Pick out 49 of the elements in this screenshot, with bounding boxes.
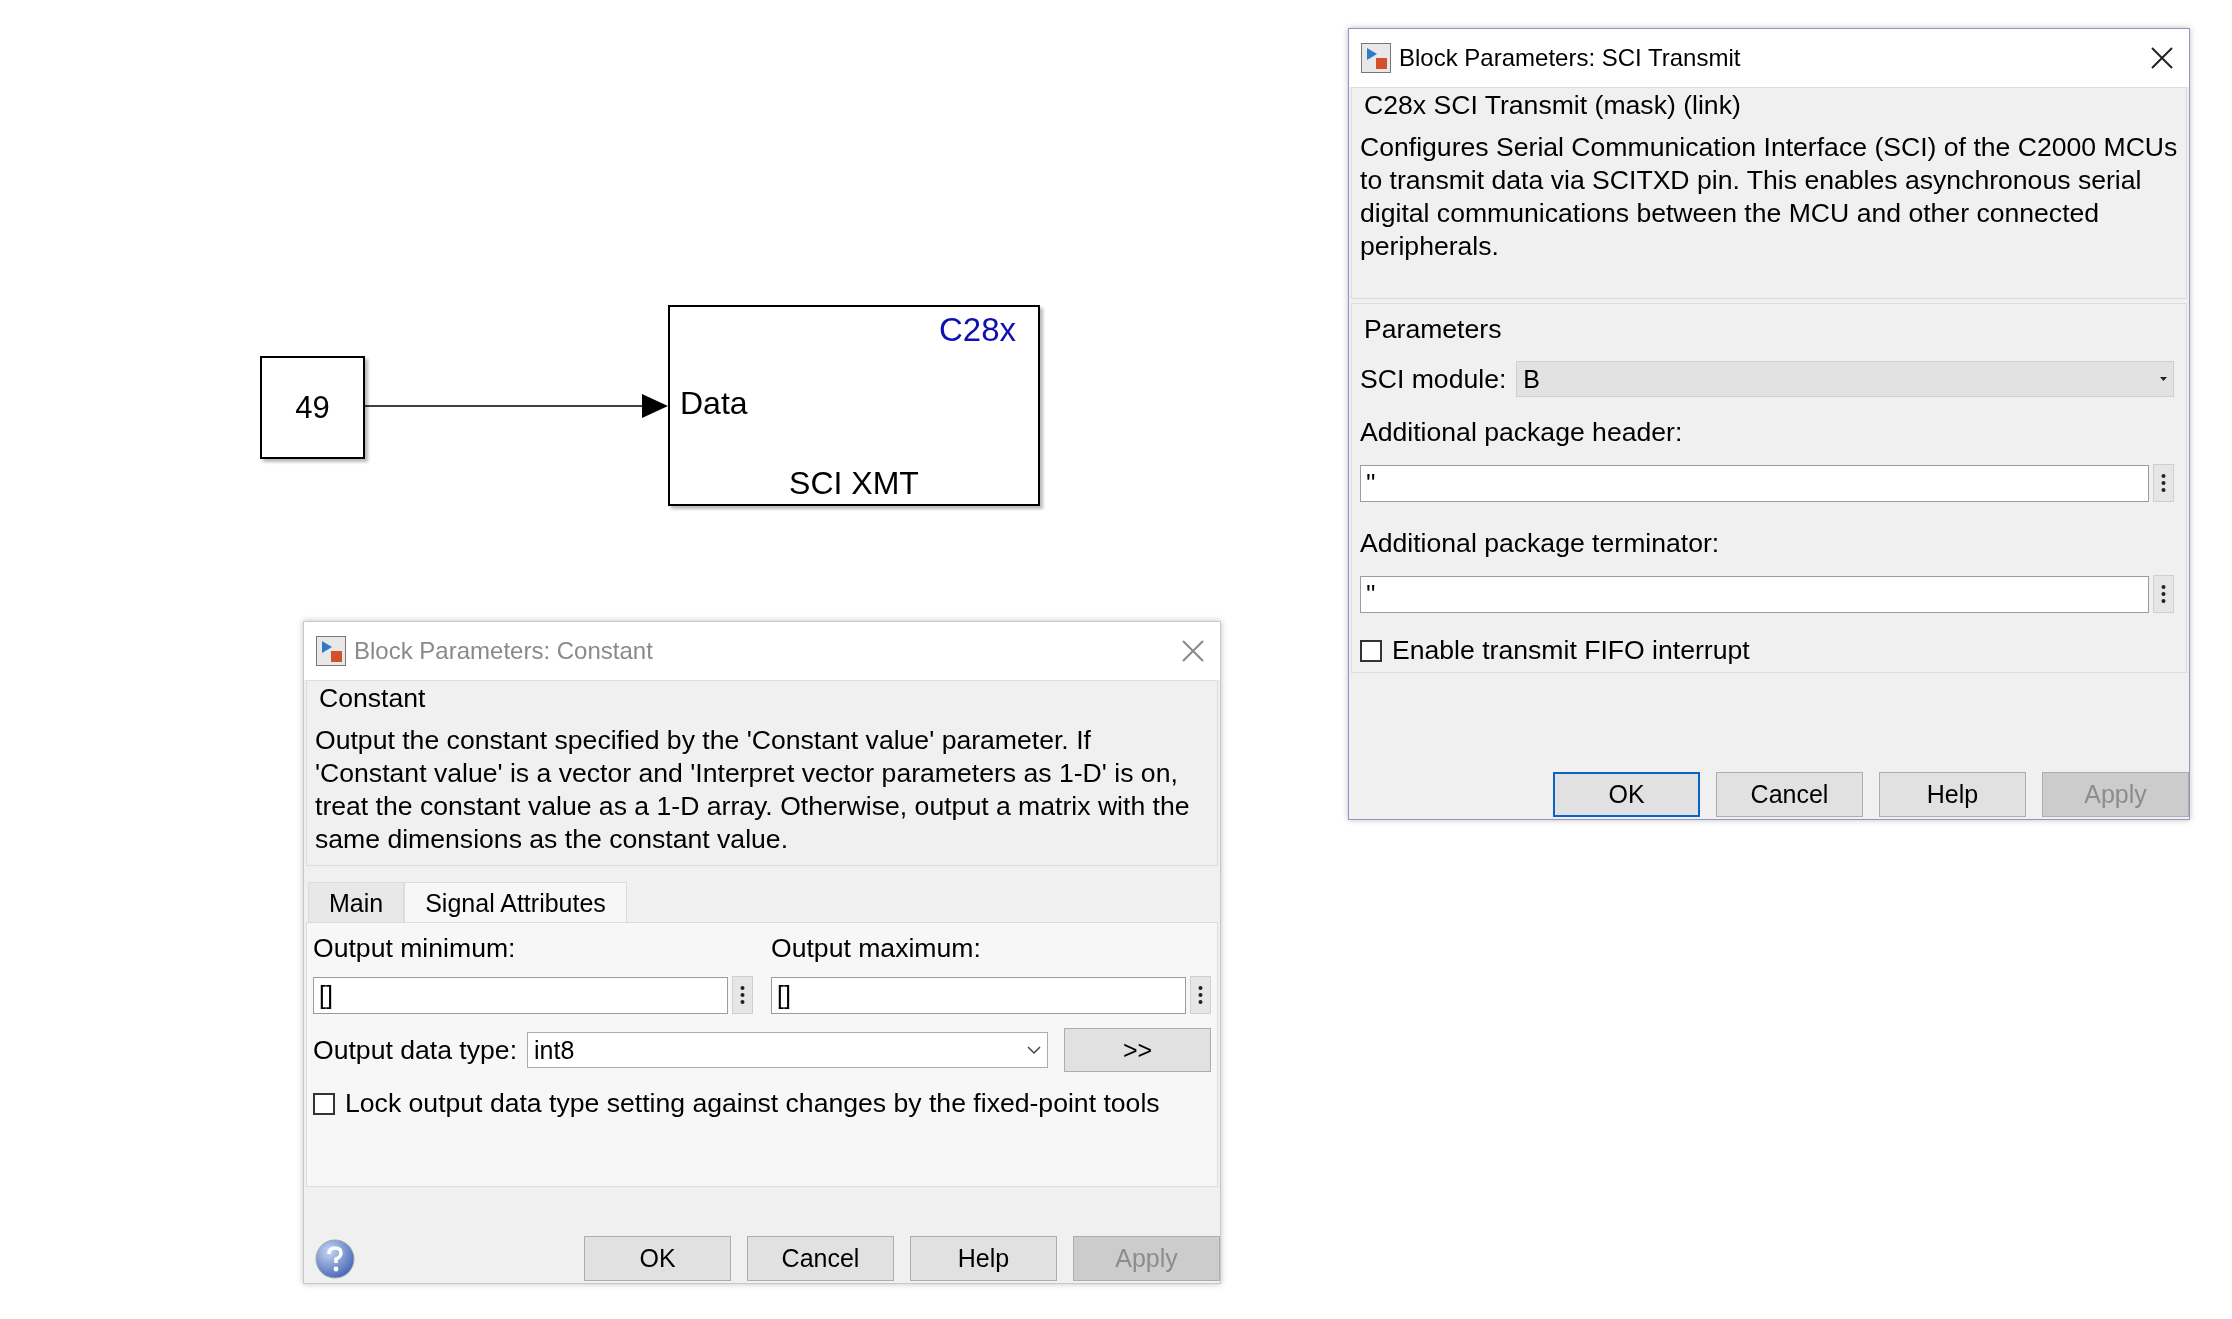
constant-block[interactable]: 49 (260, 356, 365, 459)
data-type-assistant-button[interactable]: >> (1064, 1028, 1211, 1072)
more-button[interactable] (1190, 976, 1211, 1014)
tab[interactable]: Main (308, 882, 405, 922)
more-button[interactable] (2153, 575, 2174, 613)
text-field[interactable]: '' (1360, 464, 2149, 502)
help-button[interactable]: Help (910, 1236, 1057, 1281)
dropdown[interactable]: B (1516, 361, 2174, 397)
close-icon[interactable] (2151, 47, 2173, 69)
more-icon (1198, 985, 1203, 1005)
more-button[interactable] (732, 976, 753, 1014)
checkbox-label: Lock output data type setting against changes by the fixed-point tools (345, 1088, 1160, 1119)
field-label: Additional package terminator: (1360, 528, 1721, 559)
description: Output the constant specified by the 'Constant value' parameter. If 'Constant value' is a vector and 'Interpret vector parameters as 1-D' is on, treat the constant value as a 1-D array. Otherwise, output a matrix with the same dimensions as the constant value. (315, 724, 1191, 856)
window-title: Block Parameters: SCI Transmit (1399, 44, 1742, 72)
more-icon (740, 985, 745, 1005)
checkbox-label: Enable transmit FIFO interrupt (1392, 635, 1750, 666)
checkbox[interactable] (313, 1092, 335, 1115)
chevron-down-icon (1027, 1045, 1041, 1055)
cancel-button[interactable]: Cancel (747, 1236, 894, 1281)
ok-button[interactable]: OK (1553, 772, 1700, 817)
block-name: SCI XMT (788, 465, 920, 502)
window-title: Block Parameters: Constant (354, 637, 654, 665)
text-field[interactable]: [] (313, 976, 728, 1014)
cancel-button[interactable]: Cancel (1716, 772, 1863, 817)
checkbox[interactable] (1360, 639, 1382, 662)
field-label: Additional package header: (1360, 417, 1684, 448)
port-label: Data (680, 385, 748, 422)
text-field[interactable]: [] (771, 976, 1186, 1014)
simulink-block-icon (1361, 43, 1391, 73)
tab[interactable]: Signal Attributes (404, 882, 627, 922)
caret-icon (2160, 377, 2167, 381)
field-label: Output maximum: (771, 933, 982, 964)
dropdown[interactable]: int8 (527, 1032, 1048, 1068)
field-label: Output minimum: (313, 933, 517, 964)
sci-transmit-block[interactable]: C28x Data SCI XMT (668, 305, 1040, 506)
text-field[interactable]: '' (1360, 575, 2149, 613)
help-button[interactable]: Help (1879, 772, 2026, 817)
field-label: Output data type: (313, 1034, 518, 1066)
description: Configures Serial Communication Interface (SCI) of the C2000 MCUs to transmit data via SCITXD pin. This enables asynchronous serial digital communications between the MCU and other connected peripherals. (1360, 131, 2178, 263)
help-icon[interactable] (314, 1237, 356, 1280)
simulink-block-icon (316, 636, 346, 666)
field-label: SCI module: (1360, 363, 1507, 395)
more-button[interactable] (2153, 464, 2174, 502)
more-icon (2161, 473, 2166, 493)
more-icon (2161, 584, 2166, 604)
target-label: C28x (938, 311, 1016, 349)
ok-button[interactable]: OK (584, 1236, 731, 1281)
block-value: 49 (295, 389, 330, 426)
